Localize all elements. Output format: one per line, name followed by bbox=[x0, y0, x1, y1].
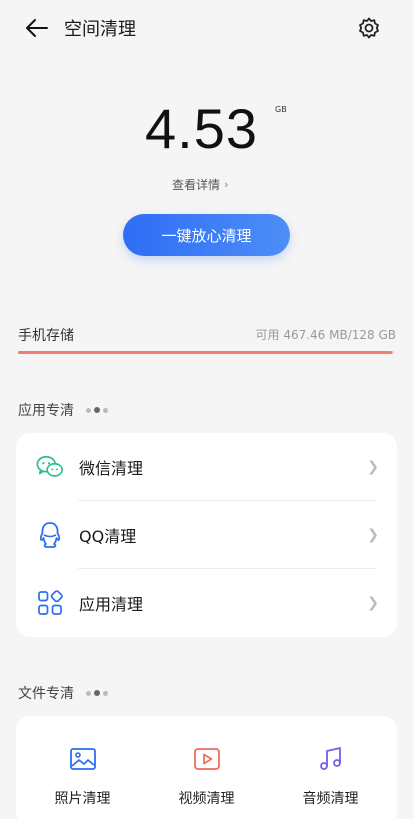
chevron-right-icon: ❯ bbox=[367, 459, 379, 475]
page-dot bbox=[86, 407, 91, 413]
page-dot bbox=[103, 690, 108, 696]
storage-label: 手机存储 bbox=[18, 328, 74, 344]
photo-clean-item[interactable]: 照片清理 bbox=[19, 716, 146, 816]
wechat-icon bbox=[36, 453, 64, 481]
qq-clean-item[interactable]: QQ清理 ❯ bbox=[16, 501, 397, 569]
page-title: 空间清理 bbox=[64, 19, 136, 40]
page-dot-active bbox=[94, 407, 100, 413]
junk-size-display: 4.53 GB bbox=[0, 96, 413, 166]
photo-clean-label: 照片清理 bbox=[54, 791, 111, 807]
audio-clean-item[interactable]: 音频清理 bbox=[267, 716, 394, 816]
chevron-right-icon: ❯ bbox=[367, 527, 379, 543]
view-details-link[interactable]: 查看详情 › bbox=[172, 176, 228, 193]
music-note-icon bbox=[316, 744, 346, 774]
audio-clean-label: 音频清理 bbox=[302, 791, 359, 807]
photo-icon bbox=[68, 744, 98, 774]
chevron-right-icon: ❯ bbox=[367, 595, 379, 611]
one-click-clean-button[interactable]: 一键放心清理 bbox=[123, 214, 290, 256]
junk-size-unit: GB bbox=[275, 105, 287, 114]
file-section-header: 文件专清 bbox=[18, 683, 108, 703]
apps-grid-icon bbox=[36, 589, 64, 617]
back-button[interactable] bbox=[22, 14, 52, 42]
page-dot-active bbox=[94, 690, 100, 696]
page-indicator bbox=[86, 690, 108, 696]
qq-icon bbox=[36, 521, 64, 549]
app-clean-item[interactable]: 应用清理 ❯ bbox=[16, 569, 397, 637]
gear-icon bbox=[359, 17, 379, 39]
file-section-title: 文件专清 bbox=[18, 686, 74, 702]
video-clean-item[interactable]: 视频清理 bbox=[143, 716, 270, 816]
wechat-clean-item[interactable]: 微信清理 ❯ bbox=[16, 433, 397, 501]
app-clean-card: 微信清理 ❯ QQ清理 ❯ 应用清理 ❯ bbox=[16, 433, 397, 637]
page-dot bbox=[103, 407, 108, 413]
wechat-clean-label: 微信清理 bbox=[79, 459, 144, 478]
junk-size-value: 4.53 bbox=[145, 97, 258, 160]
video-clean-label: 视频清理 bbox=[178, 791, 235, 807]
top-bar: 空间清理 bbox=[0, 0, 413, 56]
settings-button[interactable] bbox=[355, 14, 383, 42]
video-icon bbox=[192, 744, 222, 774]
page-indicator bbox=[86, 407, 108, 413]
page-dot bbox=[86, 690, 91, 696]
back-arrow-icon bbox=[26, 19, 48, 37]
app-clean-label: 应用清理 bbox=[79, 595, 144, 614]
storage-value: 可用 467.46 MB/128 GB bbox=[255, 328, 397, 342]
storage-progress-fill bbox=[18, 351, 393, 354]
qq-clean-label: QQ清理 bbox=[79, 527, 137, 546]
chevron-right-icon: › bbox=[224, 178, 229, 191]
view-details-label: 查看详情 bbox=[172, 178, 221, 192]
storage-progress-bar bbox=[18, 351, 394, 354]
app-section-header: 应用专清 bbox=[18, 400, 108, 420]
file-clean-card: 照片清理 视频清理 音频清理 bbox=[16, 716, 397, 819]
app-section-title: 应用专清 bbox=[18, 403, 74, 419]
